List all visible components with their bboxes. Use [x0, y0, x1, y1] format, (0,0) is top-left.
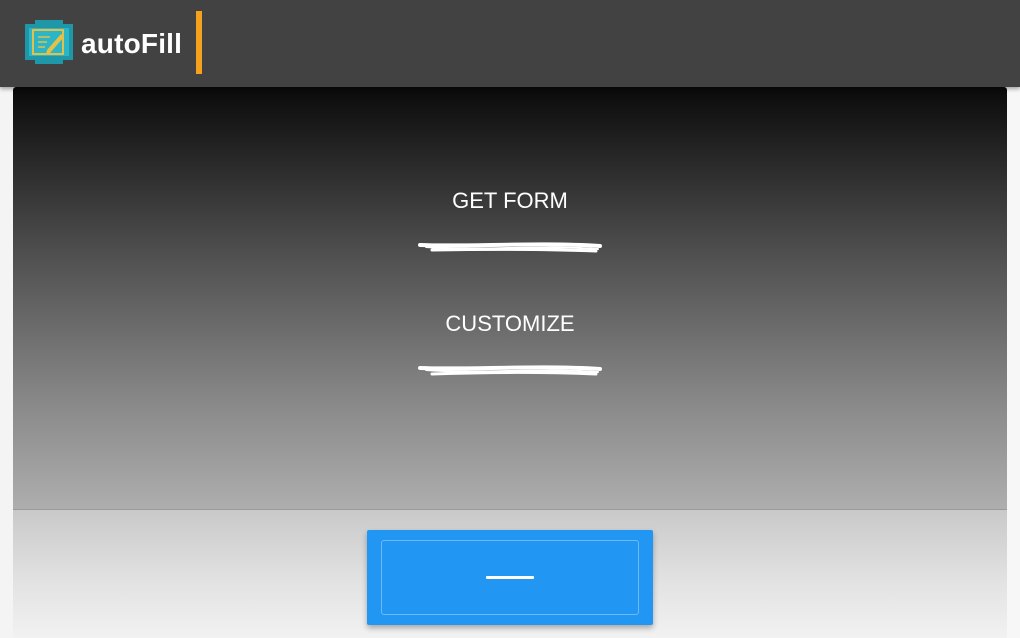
minus-icon — [486, 576, 534, 579]
title-accent-bar — [196, 11, 202, 74]
right-margin — [1007, 87, 1020, 638]
menu-item-customize[interactable]: CUSTOMIZE — [410, 310, 610, 390]
menu-item-get-form[interactable]: GET FORM — [410, 187, 610, 267]
underline-icon — [418, 242, 602, 253]
menu-item-label: CUSTOMIZE — [445, 311, 575, 336]
menu-item-label: GET FORM — [452, 188, 568, 213]
main-card: GET FORM CUSTOMIZE — [13, 87, 1007, 638]
app-bar: autoFill — [0, 0, 1020, 87]
form-pen-icon — [25, 20, 73, 64]
card-footer — [13, 509, 1007, 638]
action-button[interactable] — [367, 530, 653, 625]
underline-icon — [418, 365, 602, 376]
app-title: autoFill — [81, 28, 183, 59]
